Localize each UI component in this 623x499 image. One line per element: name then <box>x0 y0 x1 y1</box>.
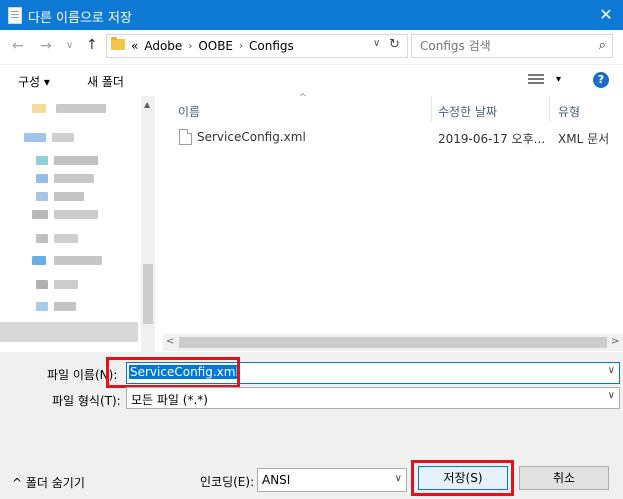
up-folder-button[interactable]: ↑ <box>86 37 98 53</box>
navigation-pane[interactable] <box>0 96 155 352</box>
nav-item-icon <box>36 234 48 243</box>
nav-item-icon <box>32 104 46 113</box>
new-folder-button[interactable]: 새 폴더 <box>87 73 124 90</box>
file-name[interactable]: ServiceConfig.xml <box>197 130 306 144</box>
breadcrumb-separator[interactable]: › <box>239 41 243 52</box>
organize-button[interactable]: 구성 ▾ <box>18 73 50 90</box>
nav-item-label <box>54 174 94 183</box>
nav-item-icon <box>32 256 46 265</box>
highlight-box-filename <box>106 357 240 388</box>
breadcrumb-item[interactable]: OOBE <box>198 39 233 53</box>
encoding-label: 인코딩(E): <box>200 475 255 489</box>
title-bar: 다른 이름으로 저장 ✕ <box>0 0 623 30</box>
view-dropdown-icon[interactable]: ▾ <box>556 74 561 85</box>
file-type: XML 문서 <box>558 132 610 146</box>
address-dropdown-icon[interactable]: ∨ <box>373 38 380 49</box>
forward-button[interactable]: → <box>40 38 52 54</box>
close-button[interactable]: ✕ <box>589 0 623 30</box>
file-row[interactable]: ServiceConfig.xml 2019-06-17 오후... XML 문… <box>163 128 623 148</box>
breadcrumb-item[interactable]: Adobe <box>144 39 182 53</box>
nav-item-icon <box>36 302 48 311</box>
nav-item-label <box>54 256 102 265</box>
nav-item-icon <box>36 156 48 165</box>
scroll-right-icon[interactable]: > <box>611 336 619 347</box>
nav-item-icon <box>36 174 48 183</box>
view-options-icon[interactable] <box>528 74 544 86</box>
cancel-button[interactable]: 취소 <box>519 466 609 490</box>
nav-item-selected[interactable] <box>0 322 138 342</box>
filetype-label: 파일 형식(T): <box>52 394 121 408</box>
hide-folders-button[interactable]: ^ 폴더 숨기기 <box>12 474 85 491</box>
nav-item-label <box>54 156 98 165</box>
search-input[interactable] <box>418 37 582 55</box>
file-list-hscrollbar[interactable]: < > <box>163 334 623 351</box>
column-divider[interactable] <box>431 96 432 122</box>
breadcrumb-separator[interactable]: › <box>188 41 192 52</box>
scroll-up-icon[interactable]: ▲ <box>144 100 150 109</box>
refresh-icon[interactable]: ↻ <box>389 37 400 52</box>
search-icon: ⌕ <box>598 38 606 53</box>
address-bar[interactable]: « Adobe › OOBE › Configs ∨ ↻ <box>106 34 408 58</box>
column-header-name[interactable]: 이름 <box>178 103 200 120</box>
breadcrumb-overflow[interactable]: « <box>131 39 138 53</box>
window-title: 다른 이름으로 저장 <box>28 11 132 26</box>
nav-item-label <box>54 210 98 219</box>
encoding-select[interactable]: ANSI ∨ <box>257 468 407 492</box>
chevron-down-icon[interactable]: ∨ <box>395 473 402 484</box>
folder-icon <box>111 37 125 50</box>
encoding-value: ANSI <box>262 473 291 487</box>
pane-divider[interactable] <box>155 96 163 352</box>
nav-item-label <box>54 302 76 311</box>
filetype-select[interactable]: 모든 파일 (*.*) ∨ <box>126 387 620 409</box>
back-button[interactable]: ← <box>12 38 24 54</box>
nav-item-label <box>56 104 106 113</box>
toolbar: 구성 ▾ 새 폴더 ▾ ? <box>0 64 623 97</box>
nav-item-icon <box>36 192 48 201</box>
breadcrumb-item[interactable]: Configs <box>249 39 294 53</box>
highlight-box-save <box>411 460 514 496</box>
chevron-down-icon[interactable]: ∨ <box>608 365 615 376</box>
filetype-value: 모든 파일 (*.*) <box>131 393 208 407</box>
file-icon <box>179 129 192 145</box>
recent-locations-button[interactable]: ∨ <box>66 40 73 51</box>
column-divider[interactable] <box>549 96 550 122</box>
file-list[interactable]: 이름 ^ 수정한 날짜 유형 ServiceConfig.xml 2019-06… <box>163 93 623 352</box>
sort-ascending-icon: ^ <box>299 93 307 103</box>
nav-item-label <box>54 280 78 289</box>
nav-pane-scrollbar[interactable]: ▲ <box>141 96 155 352</box>
notepad-icon <box>8 7 22 24</box>
nav-item-label <box>52 133 74 142</box>
breadcrumb: « Adobe › OOBE › Configs <box>131 39 294 53</box>
scroll-left-icon[interactable]: < <box>166 336 174 347</box>
file-modified: 2019-06-17 오후... <box>438 132 546 146</box>
help-icon[interactable]: ? <box>593 72 609 88</box>
nav-item-icon <box>36 280 48 289</box>
column-header-type[interactable]: 유형 <box>558 103 580 120</box>
nav-item-label <box>54 192 84 201</box>
nav-item-icon <box>32 210 48 219</box>
search-box[interactable]: ⌕ <box>411 34 613 58</box>
scrollbar-thumb[interactable] <box>179 337 607 348</box>
column-header-modified[interactable]: 수정한 날짜 <box>438 103 497 120</box>
chevron-down-icon[interactable]: ∨ <box>608 390 615 401</box>
nav-item-label <box>54 234 78 243</box>
scrollbar-thumb[interactable] <box>143 264 153 324</box>
nav-item-icon <box>24 133 46 142</box>
